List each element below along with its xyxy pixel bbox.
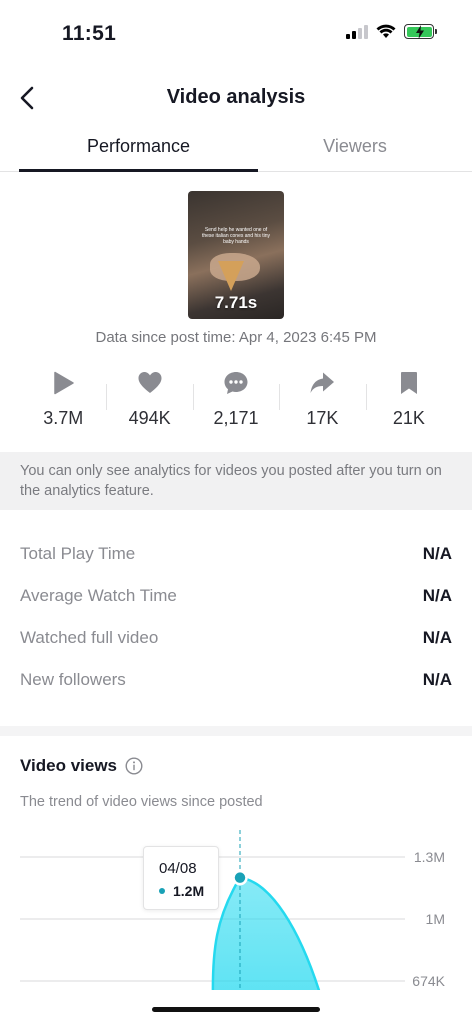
video-views-chart[interactable]: 1.3M 1M 674K [0,830,472,990]
metric-label: Average Watch Time [20,586,177,605]
analytics-notice: You can only see analytics for videos yo… [0,452,472,510]
status-icons [346,24,437,39]
video-views-title: Video views [20,756,118,775]
bookmark-icon [400,372,417,394]
video-thumbnail[interactable]: Send help he wanted one of these italian… [188,191,284,319]
y-tick-label: 1M [426,911,445,927]
stat-comments: 2,171 [192,366,279,436]
metric-row: Average Watch Time N/A [20,576,452,618]
tab-bar: Performance Viewers [0,126,472,172]
stat-saves-value: 21K [392,408,425,428]
header: Video analysis [0,70,472,126]
metric-value: N/A [422,628,452,647]
y-tick-label: 1.3M [414,849,445,865]
metric-row: Watched full video N/A [20,618,452,660]
share-icon [310,372,335,393]
video-views-subtitle: The trend of video views since posted [20,794,263,810]
stat-likes-value: 494K [128,408,171,428]
metrics-list: Total Play Time N/A Average Watch Time N… [20,534,452,702]
tooltip-row: 1.2M [159,883,204,899]
metric-value: N/A [422,586,452,605]
metric-value: N/A [422,544,452,563]
chart-tooltip: 04/08 1.2M [143,846,219,910]
metric-label: New followers [20,670,126,689]
info-icon[interactable] [125,757,143,775]
stat-comments-value: 2,171 [213,408,259,428]
metric-row: Total Play Time N/A [20,534,452,576]
thumbnail-cone-shape [218,261,244,291]
tab-performance[interactable]: Performance [20,136,257,157]
comment-icon [224,372,248,394]
metric-row: New followers N/A [20,660,452,702]
stat-views-value: 3.7M [43,408,84,428]
tooltip-value: 1.2M [173,883,205,899]
tab-viewers[interactable]: Viewers [237,136,472,157]
tooltip-date: 04/08 [159,860,197,877]
stat-likes: 494K [106,366,192,436]
play-icon [54,371,74,395]
chart-svg: 1.3M 1M 674K [20,830,446,990]
section-separator [0,726,472,736]
tab-active-indicator [19,169,258,172]
chart-data-point[interactable] [232,869,248,886]
thumbnail-caption: Send help he wanted one of these italian… [201,227,271,245]
stat-views: 3.7M [20,366,106,436]
heart-icon [138,372,162,393]
video-views-heading: Video views [20,756,143,776]
metric-label: Total Play Time [20,544,136,563]
page-title: Video analysis [166,86,306,108]
y-tick-label: 674K [412,973,445,989]
status-time: 11:51 [62,22,117,45]
home-indicator[interactable] [152,1007,320,1012]
stat-shares-value: 17K [306,408,339,428]
status-bar: 11:51 [0,0,472,70]
cellular-signal-icon [346,24,368,39]
stat-saves: 21K [365,366,452,436]
stats-row: 3.7M 494K 2,171 17K 21K [20,366,452,436]
wifi-icon [376,24,396,38]
metric-value: N/A [422,670,452,689]
tooltip-series-dot [159,888,165,894]
video-duration: 7.71s [214,293,258,312]
stat-shares: 17K [279,366,365,436]
battery-icon [404,24,437,39]
views-area-series [211,876,321,990]
metric-label: Watched full video [20,628,159,647]
data-since-text: Data since post time: Apr 4, 2023 6:45 P… [95,329,377,346]
